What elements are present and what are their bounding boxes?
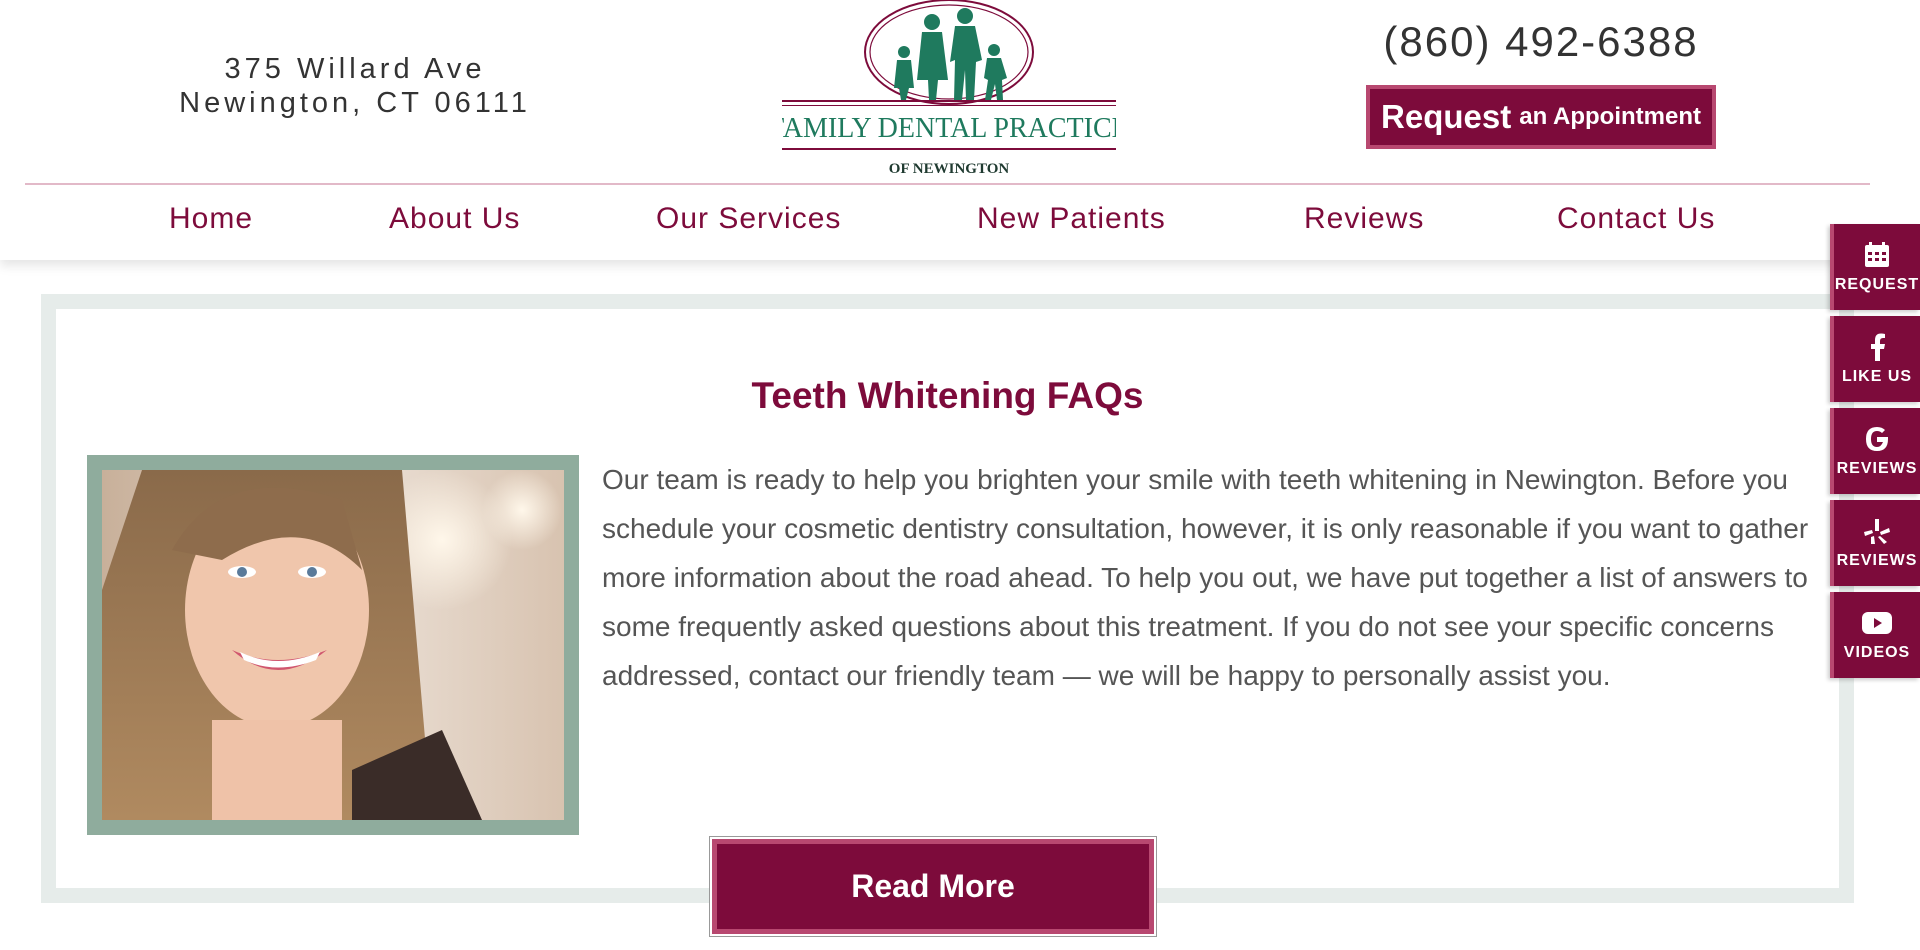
side-like-us-button[interactable]: LIKE US [1830, 316, 1920, 402]
intro-text: Our team is ready to help you brighten y… [602, 464, 1809, 691]
nav-contact-us[interactable]: Contact Us [1557, 202, 1715, 236]
logo-name: FAMILY DENTAL PRACTICE [782, 113, 1116, 144]
calendar-icon [1862, 240, 1892, 270]
facebook-icon [1862, 332, 1892, 362]
nav-new-patients[interactable]: New Patients [977, 202, 1166, 236]
appointment-label: an Appointment [1519, 103, 1701, 130]
side-request-button[interactable]: REQUEST [1830, 224, 1920, 310]
intro-paragraph: Our team is ready to help you brighten y… [602, 455, 1817, 700]
side-label: LIKE US [1841, 368, 1913, 385]
nav-about-us[interactable]: About Us [389, 202, 520, 236]
side-label: REVIEWS [1836, 460, 1918, 477]
address-line-2: Newington, CT 06111 [179, 87, 531, 119]
main-nav: Home About Us Our Services New Patients … [0, 190, 1920, 252]
side-label: REVIEWS [1836, 552, 1918, 569]
request-appointment-button[interactable]: Request an Appointment [1366, 85, 1716, 149]
phone-number[interactable]: (860) 492-6388 [1366, 18, 1716, 66]
nav-our-services[interactable]: Our Services [656, 202, 841, 236]
nav-home[interactable]: Home [169, 202, 253, 236]
address: 375 Willard Ave Newington, CT 06111 [140, 52, 570, 120]
side-label: REQUEST [1834, 276, 1920, 293]
address-line-1: 375 Willard Ave [224, 53, 486, 85]
page-title: Teeth Whitening FAQs [751, 375, 1144, 416]
photo-frame [87, 455, 579, 835]
side-videos-button[interactable]: VIDEOS [1830, 592, 1920, 678]
read-more-button[interactable]: Read More [712, 839, 1154, 934]
nav-reviews[interactable]: Reviews [1304, 202, 1424, 236]
request-label: Request [1381, 98, 1512, 135]
smiling-woman-photo [102, 470, 564, 820]
logo-subtitle: OF NEWINGTON [889, 161, 1010, 177]
side-yelp-reviews-button[interactable]: REVIEWS [1830, 500, 1920, 586]
yelp-icon [1862, 516, 1892, 546]
youtube-icon [1862, 608, 1892, 638]
header-divider [25, 183, 1870, 185]
side-social-bar: REQUEST LIKE US REVIEWS REVIEWS VIDEOS [1830, 224, 1920, 684]
google-icon [1862, 424, 1892, 454]
practice-logo[interactable]: FAMILY DENTAL PRACTICE OF NEWINGTON [782, 0, 1116, 180]
site-header: 375 Willard Ave Newington, CT 06111 FAMI… [0, 0, 1920, 260]
side-google-reviews-button[interactable]: REVIEWS [1830, 408, 1920, 494]
side-label: VIDEOS [1843, 644, 1911, 661]
